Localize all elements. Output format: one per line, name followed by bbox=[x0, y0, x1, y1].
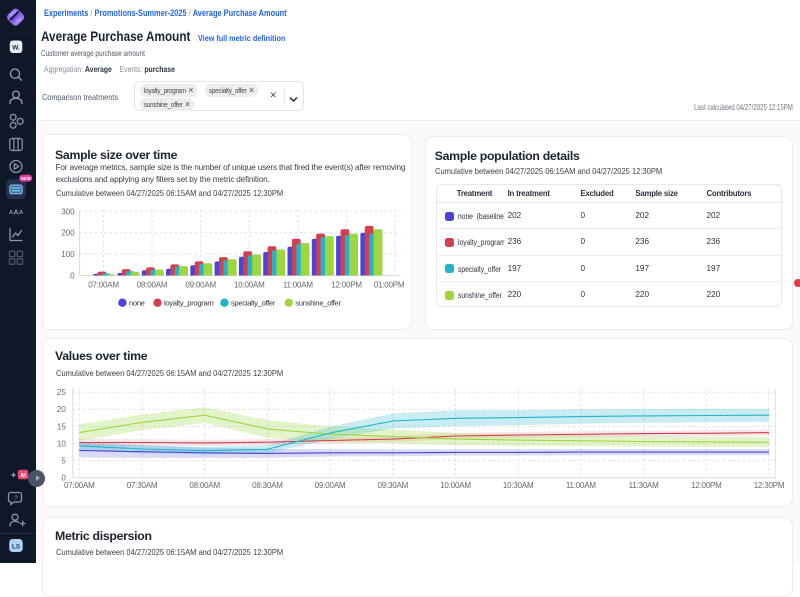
svg-text:loyalty_program: loyalty_program bbox=[164, 299, 213, 308]
svg-text:none: none bbox=[128, 299, 144, 308]
svg-text:specialty_offer: specialty_offer bbox=[230, 299, 275, 308]
svg-text:200: 200 bbox=[61, 229, 75, 238]
svg-text:08:30AM: 08:30AM bbox=[252, 481, 283, 490]
svg-text:11:30AM: 11:30AM bbox=[628, 481, 659, 490]
svg-text:LS: LS bbox=[12, 543, 20, 550]
svg-text:11:00AM: 11:00AM bbox=[282, 280, 313, 289]
svg-text:09:00AM: 09:00AM bbox=[314, 481, 345, 490]
svg-text:07:00AM: 07:00AM bbox=[88, 280, 119, 289]
svg-text:11:00AM: 11:00AM bbox=[565, 481, 596, 490]
svg-text:12:30PM: 12:30PM bbox=[753, 481, 784, 490]
svg-text:01:00PM: 01:00PM bbox=[373, 280, 404, 289]
svg-text:07:30AM: 07:30AM bbox=[126, 481, 157, 490]
svg-text:08:00AM: 08:00AM bbox=[189, 481, 220, 490]
svg-text:W.: W. bbox=[12, 45, 20, 52]
svg-text:10: 10 bbox=[56, 439, 65, 448]
svg-text:12:00PM: 12:00PM bbox=[331, 280, 362, 289]
svg-text:?: ? bbox=[14, 495, 18, 502]
svg-text:AI: AI bbox=[20, 473, 26, 479]
svg-text:09:00AM: 09:00AM bbox=[185, 280, 216, 289]
svg-text:100: 100 bbox=[61, 250, 75, 259]
svg-text:sunshine_offer: sunshine_offer bbox=[295, 299, 341, 308]
svg-text:10:00AM: 10:00AM bbox=[233, 280, 264, 289]
svg-text:08:00AM: 08:00AM bbox=[136, 280, 167, 289]
svg-text:12:00PM: 12:00PM bbox=[690, 481, 721, 490]
svg-text:07:00AM: 07:00AM bbox=[63, 481, 94, 490]
svg-text:10:30AM: 10:30AM bbox=[502, 481, 533, 490]
svg-text:15: 15 bbox=[56, 422, 65, 431]
svg-text:NEW: NEW bbox=[21, 176, 32, 181]
svg-text:10:00AM: 10:00AM bbox=[440, 481, 471, 490]
svg-text:25: 25 bbox=[56, 388, 65, 397]
svg-text:0: 0 bbox=[70, 272, 75, 281]
svg-text:300: 300 bbox=[61, 207, 75, 216]
svg-text:5: 5 bbox=[61, 456, 66, 465]
svg-text:09:30AM: 09:30AM bbox=[377, 481, 408, 490]
svg-text:20: 20 bbox=[56, 405, 65, 414]
